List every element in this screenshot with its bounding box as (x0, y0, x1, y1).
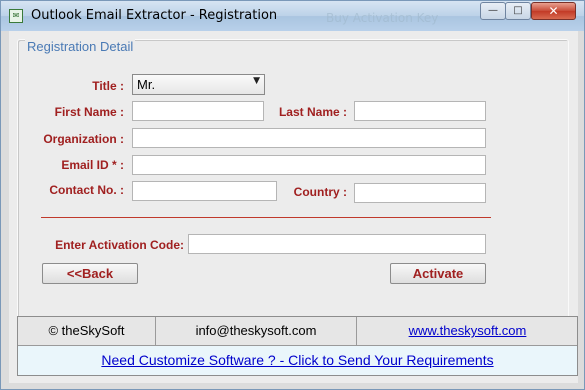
footer: © theSkySoft info@theskysoft.com www.the… (17, 316, 578, 376)
dropdown-arrow-icon: ▼ (253, 76, 260, 86)
organization-label: Organization : (43, 132, 124, 146)
last-name-label: Last Name : (278, 105, 347, 119)
window-content: Registration Detail Title : Mr. ▼ First … (9, 31, 578, 383)
minimize-icon: — (488, 5, 498, 16)
title-select-value: Mr. (137, 77, 156, 92)
activate-button[interactable]: Activate (390, 263, 486, 284)
copyright-text: © theSkySoft (48, 323, 125, 338)
last-name-input[interactable] (354, 101, 486, 121)
background-window-title: Buy Activation Key (326, 11, 439, 25)
registration-window: ✉ Outlook Email Extractor - Registration… (0, 0, 585, 390)
activation-code-input[interactable] (188, 234, 486, 254)
section-divider (41, 217, 491, 218)
footer-info-row: © theSkySoft info@theskysoft.com www.the… (18, 317, 577, 346)
title-select[interactable]: Mr. ▼ (132, 74, 265, 95)
contact-label: Contact No. : (49, 183, 124, 197)
close-icon: ✕ (548, 4, 559, 18)
back-button[interactable]: <<Back (42, 263, 138, 284)
activation-code-label: Enter Activation Code: (55, 238, 184, 252)
close-button[interactable]: ✕ (531, 2, 576, 20)
organization-input[interactable] (132, 128, 486, 148)
maximize-button[interactable]: □ (505, 2, 531, 20)
requirements-banner: Need Customize Software ? - Click to Sen… (18, 346, 577, 375)
email-input[interactable] (132, 155, 486, 175)
first-name-input[interactable] (132, 101, 264, 121)
minimize-button[interactable]: — (480, 2, 506, 20)
maximize-icon: □ (513, 5, 523, 16)
contact-email: info@theskysoft.com (155, 317, 356, 345)
country-input[interactable] (354, 183, 486, 203)
website-link[interactable]: www.theskysoft.com (409, 323, 527, 338)
email-label: Email ID * : (61, 158, 124, 172)
group-title: Registration Detail (25, 39, 136, 54)
title-label: Title : (92, 79, 124, 93)
contact-input[interactable] (132, 181, 277, 201)
app-icon: ✉ (9, 9, 23, 23)
window-title: Outlook Email Extractor - Registration (31, 8, 278, 23)
title-bar[interactable]: ✉ Outlook Email Extractor - Registration… (1, 1, 584, 31)
website-cell: www.theskysoft.com (356, 317, 578, 345)
country-label: Country : (293, 185, 347, 199)
first-name-label: First Name : (54, 105, 124, 119)
customize-software-link[interactable]: Need Customize Software ? - Click to Sen… (101, 352, 493, 368)
